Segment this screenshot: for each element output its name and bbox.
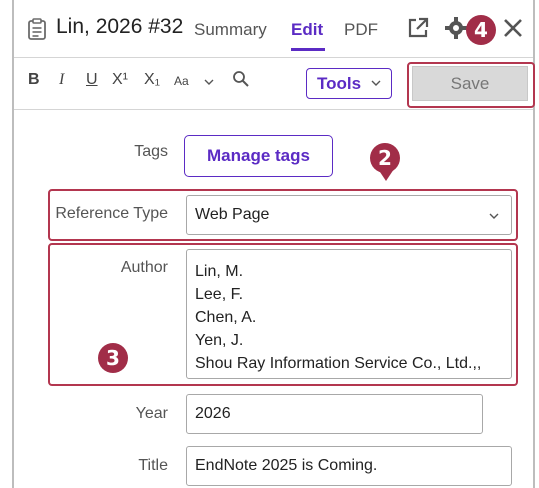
- author-label: Author: [120, 259, 168, 276]
- title-label: Title: [138, 457, 168, 474]
- italic-button[interactable]: I: [59, 71, 64, 89]
- chevron-down-icon: [489, 213, 499, 219]
- open-external-icon[interactable]: [406, 16, 430, 40]
- author-line: Shou Ray Information Service Co., Ltd.,,: [195, 355, 482, 372]
- step-marker-3: 3: [98, 343, 128, 373]
- format-toolbar: B I U X¹ X₁ Aa Tools Save: [14, 58, 533, 110]
- author-line: Lee, F.: [195, 286, 244, 303]
- author-line: Lin, M.: [195, 263, 244, 280]
- superscript-button[interactable]: X¹: [112, 71, 128, 89]
- reference-type-label: Reference Type: [55, 205, 168, 222]
- tab-summary[interactable]: Summary: [194, 20, 267, 40]
- title-field[interactable]: EndNote 2025 is Coming.: [186, 446, 512, 486]
- gear-icon[interactable]: [444, 16, 468, 40]
- tags-label: Tags: [134, 143, 168, 160]
- reference-type-select[interactable]: Web Page: [186, 195, 512, 235]
- font-size-button[interactable]: Aa: [174, 74, 189, 88]
- underline-button[interactable]: U: [86, 71, 98, 89]
- author-line: Yen, J.: [195, 332, 244, 349]
- panel-header: Lin, 2026 #32 Summary Edit PDF: [14, 0, 533, 58]
- chevron-down-icon[interactable]: [204, 77, 214, 87]
- author-field[interactable]: Lin, M. Lee, F. Chen, A. Yen, J. Shou Ra…: [186, 249, 512, 379]
- bold-button[interactable]: B: [28, 71, 40, 89]
- year-label: Year: [135, 405, 168, 422]
- author-line: Chen, A.: [195, 309, 257, 326]
- manage-tags-button[interactable]: Manage tags: [184, 135, 333, 177]
- year-field[interactable]: 2026: [186, 394, 483, 434]
- clipboard-icon: [28, 18, 46, 40]
- subscript-button[interactable]: X₁: [144, 71, 160, 89]
- chevron-down-icon: [371, 80, 381, 86]
- tools-dropdown-button[interactable]: Tools: [306, 68, 392, 99]
- step-marker-2: 2: [370, 143, 400, 173]
- reference-type-value: Web Page: [195, 206, 270, 223]
- reference-title: Lin, 2026 #32: [56, 15, 184, 38]
- tab-pdf[interactable]: PDF: [344, 20, 378, 40]
- reference-editor-panel: Lin, 2026 #32 Summary Edit PDF B I U X¹ …: [12, 0, 535, 488]
- search-icon[interactable]: [232, 70, 250, 88]
- close-icon[interactable]: [501, 16, 525, 40]
- tools-label: Tools: [317, 73, 362, 93]
- step-marker-4: 4: [466, 15, 496, 45]
- save-button[interactable]: Save: [412, 66, 528, 101]
- active-tab-indicator: [291, 48, 325, 51]
- tab-edit[interactable]: Edit: [291, 20, 323, 40]
